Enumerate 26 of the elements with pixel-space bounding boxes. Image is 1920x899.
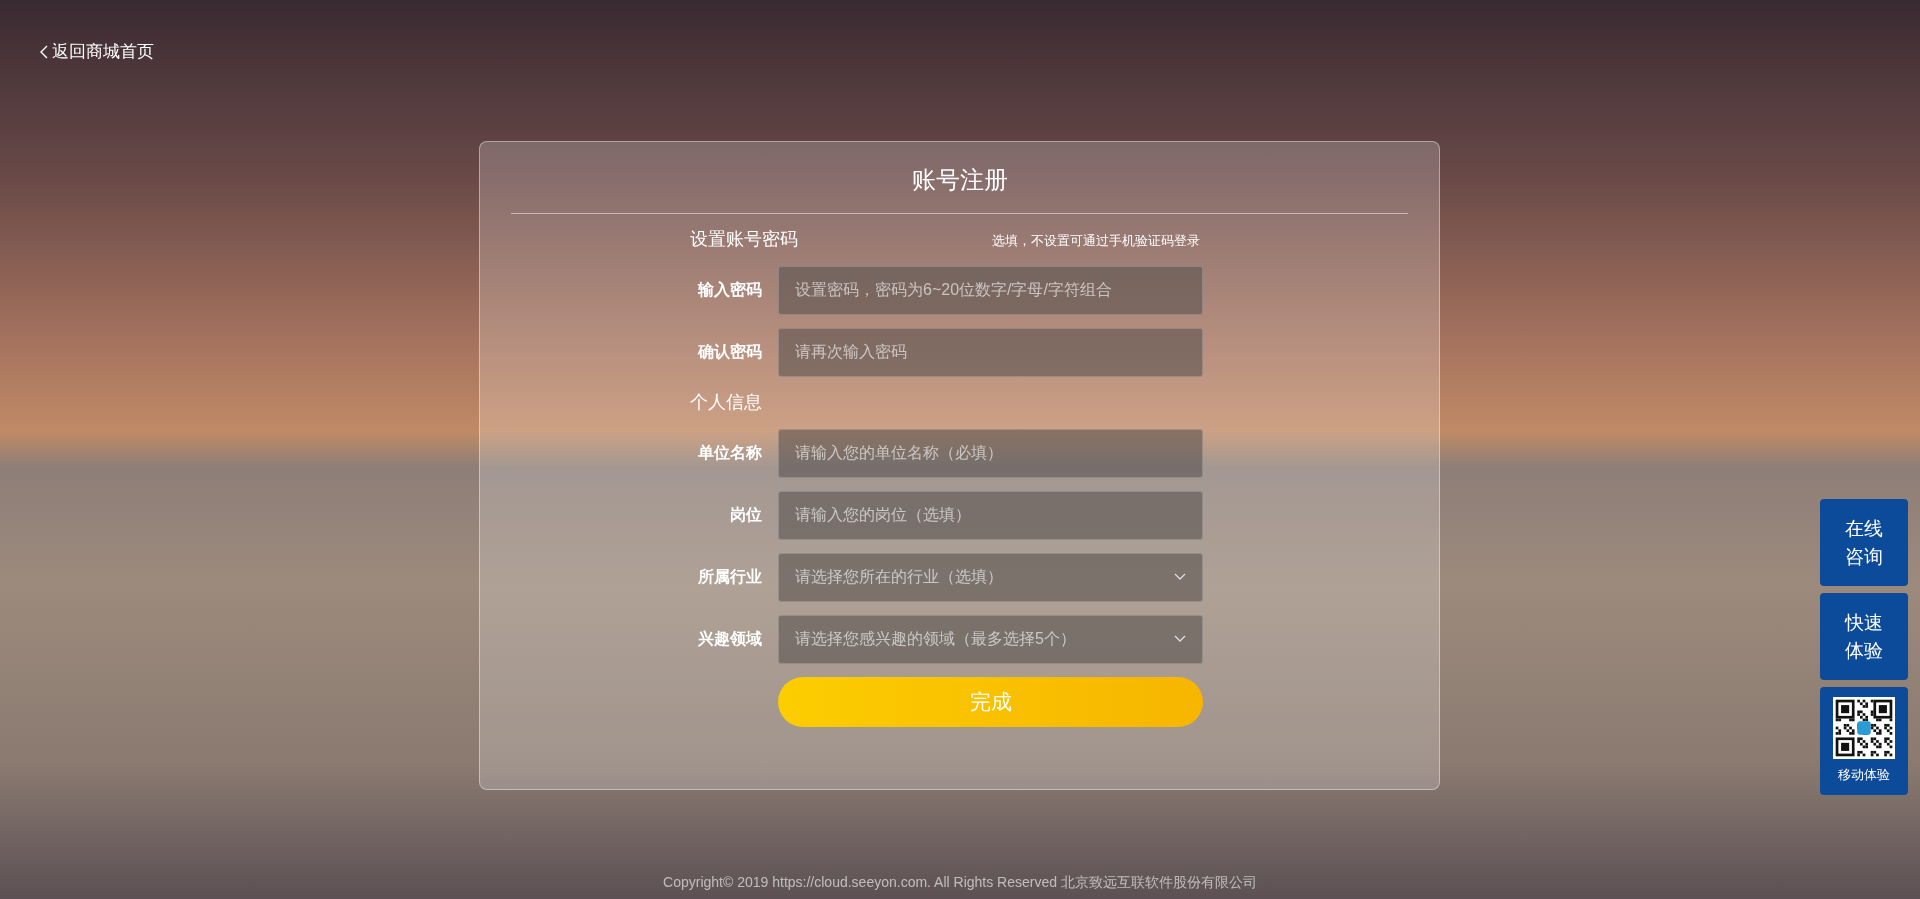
select-placeholder: 请选择您感兴趣的领域（最多选择5个） [795,629,1076,649]
field-label: 兴趣领域 [697,629,762,649]
mobile-experience-button[interactable]: 移动体验 [1820,687,1908,795]
copyright-footer: Copyright© 2019 https://cloud.seeyon.com. All Rights Reserved 北京致远互联软件股份有限公司 [0,872,1920,893]
field-label: 输入密码 [696,280,762,300]
input-field[interactable]: 请输入您的岗位（选填） [778,490,1203,540]
section-heading: 设置账号密码 [690,227,798,251]
field-label: 确认密码 [697,342,762,362]
input-field[interactable]: 请再次输入密码 [778,327,1203,377]
field-label: 岗位 [729,505,762,525]
chevron-left-icon [40,44,48,59]
field-label: 单位名称 [697,443,762,463]
side-button[interactable]: 快速体验 [1820,593,1908,680]
form-title: 账号注册 [911,164,1008,195]
side-button[interactable]: 在线咨询 [1820,499,1908,586]
chevron-down-icon [1174,635,1186,643]
field-label: 所属行业 [697,567,762,587]
select-placeholder: 请选择您所在的行业（选填） [795,567,1003,587]
section-note: 选填，不设置可通过手机验证码登录 [992,231,1200,250]
input-field[interactable]: 请输入您的单位名称（必填） [778,428,1203,478]
button-label: 移动体验 [1838,766,1890,784]
input-field[interactable]: 设置密码，密码为6~20位数字/字母/字符组合 [778,265,1203,315]
chevron-down-icon [1174,573,1186,581]
back-link[interactable]: 返回商城首页 [40,39,154,65]
section-heading: 个人信息 [690,390,762,414]
qr-code [1833,697,1895,759]
